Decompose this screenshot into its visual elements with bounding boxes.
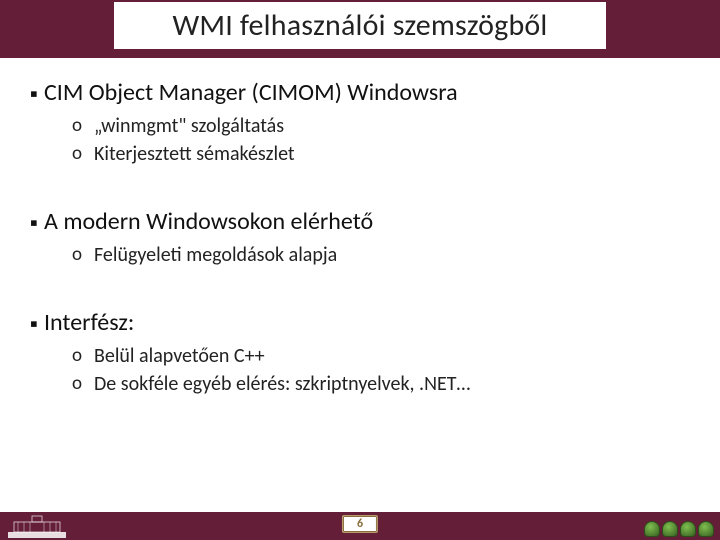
square-bullet-icon: ▪ (30, 308, 44, 339)
footer-logo (8, 514, 66, 538)
footer-decorations (644, 521, 714, 537)
decoration-icon (680, 521, 696, 537)
slide: WMI felhasználói szemszögből ▪ CIM Objec… (0, 0, 720, 540)
circle-bullet-icon: o (72, 371, 94, 397)
bullet-text: De sokféle egyéb elérés: szkriptnyelvek,… (94, 371, 470, 397)
spacer (30, 268, 690, 302)
title-bar: WMI felhasználói szemszögből (0, 0, 720, 58)
page-number-badge: 6 (342, 515, 378, 533)
slide-content: ▪ CIM Object Manager (CIMOM) Windowsra o… (0, 58, 720, 397)
decoration-icon (662, 521, 678, 537)
decoration-icon (698, 521, 714, 537)
spacer (30, 167, 690, 201)
bullet-level2: o Kiterjesztett sémakészlet (72, 141, 690, 167)
bullet-text: Belül alapvetően C++ (94, 343, 265, 369)
bullet-level2: o Belül alapvetően C++ (72, 343, 690, 369)
bullet-level1: ▪ Interfész: (30, 308, 690, 339)
bullet-text: A modern Windowsokon elérhető (44, 207, 373, 237)
circle-bullet-icon: o (72, 113, 94, 139)
bullet-level2: o „winmgmt" szolgáltatás (72, 113, 690, 139)
title-container: WMI felhasználói szemszögből (114, 2, 606, 52)
bullet-level1: ▪ A modern Windowsokon elérhető (30, 207, 690, 238)
slide-title: WMI felhasználói szemszögből (172, 7, 547, 44)
decoration-icon (644, 521, 660, 537)
bullet-level1: ▪ CIM Object Manager (CIMOM) Windowsra (30, 78, 690, 109)
bullet-text: Interfész: (44, 308, 134, 338)
circle-bullet-icon: o (72, 343, 94, 369)
building-logo-icon (8, 514, 66, 538)
circle-bullet-icon: o (72, 141, 94, 167)
bullet-text: Felügyeleti megoldások alapja (94, 242, 337, 268)
square-bullet-icon: ▪ (30, 78, 44, 109)
circle-bullet-icon: o (72, 242, 94, 268)
bullet-text: „winmgmt" szolgáltatás (94, 113, 284, 139)
bullet-level2: o De sokféle egyéb elérés: szkriptnyelve… (72, 371, 690, 397)
square-bullet-icon: ▪ (30, 207, 44, 238)
bullet-level2: o Felügyeleti megoldások alapja (72, 242, 690, 268)
bullet-text: Kiterjesztett sémakészlet (94, 141, 295, 167)
bullet-text: CIM Object Manager (CIMOM) Windowsra (44, 78, 458, 108)
